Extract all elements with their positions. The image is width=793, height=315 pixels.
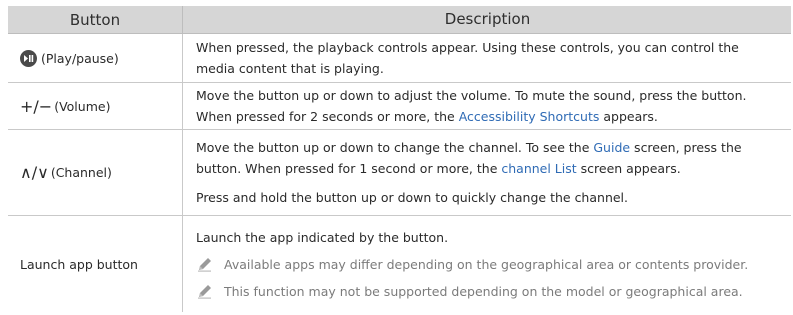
description-part: screen appears. [576,161,681,176]
description-text: When pressed, the playback controls appe… [196,40,739,76]
button-cell: +/− (Volume) [8,83,183,129]
play-pause-icon [20,49,37,67]
channel-list-link[interactable]: channel List [501,161,576,176]
description-text: Launch the app indicated by the button. [196,229,449,245]
header-description: Description [444,10,531,28]
description-cell: Move the button up or down to adjust the… [183,83,791,129]
remote-buttons-table: Button Description (Play/pause) When pre… [8,6,791,312]
table-row-play-pause: (Play/pause) When pressed, the playback … [8,34,791,83]
description-part: appears. [599,109,658,124]
description-cell: When pressed, the playback controls appe… [183,34,791,82]
table-row-volume: +/− (Volume) Move the button up or down … [8,83,791,130]
button-label: Launch app button [20,256,138,272]
pencil-icon [198,285,211,299]
button-label: (Volume) [54,98,111,114]
table-header: Button Description [8,6,791,34]
pencil-icon [198,258,211,272]
table-row-launch-app: Launch app button Launch the app indicat… [8,216,791,312]
volume-symbol: +/− [20,96,53,116]
button-label: (Channel) [50,165,112,180]
description-cell: Launch the app indicated by the button. … [183,216,791,312]
note-text: This function may not be supported depen… [224,283,743,299]
note-item: Available apps may differ depending on t… [196,254,779,275]
description-part: Move the button up or down to change the… [196,140,594,155]
accessibility-shortcuts-link[interactable]: Accessibility Shortcuts [459,109,600,124]
note-text: Available apps may differ depending on t… [224,256,749,272]
description-text: Move the button up or down to adjust the… [196,85,779,127]
description-paragraph: Press and hold the button up or down to … [196,190,629,205]
note-item: This function may not be supported depen… [196,281,779,302]
button-cell: (Play/pause) [8,34,183,82]
button-label: (Play/pause) [41,50,119,66]
header-button: Button [8,6,183,33]
guide-link[interactable]: Guide [593,140,630,155]
channel-symbol: ∧/∨ [20,163,49,182]
button-cell: ∧/∨ (Channel) [8,130,183,215]
description-cell: Move the button up or down to change the… [183,130,791,215]
table-row-channel: ∧/∨ (Channel) Move the button up or down… [8,130,791,216]
description-paragraph: Move the button up or down to change the… [196,137,779,179]
button-cell: Launch app button [8,216,183,312]
